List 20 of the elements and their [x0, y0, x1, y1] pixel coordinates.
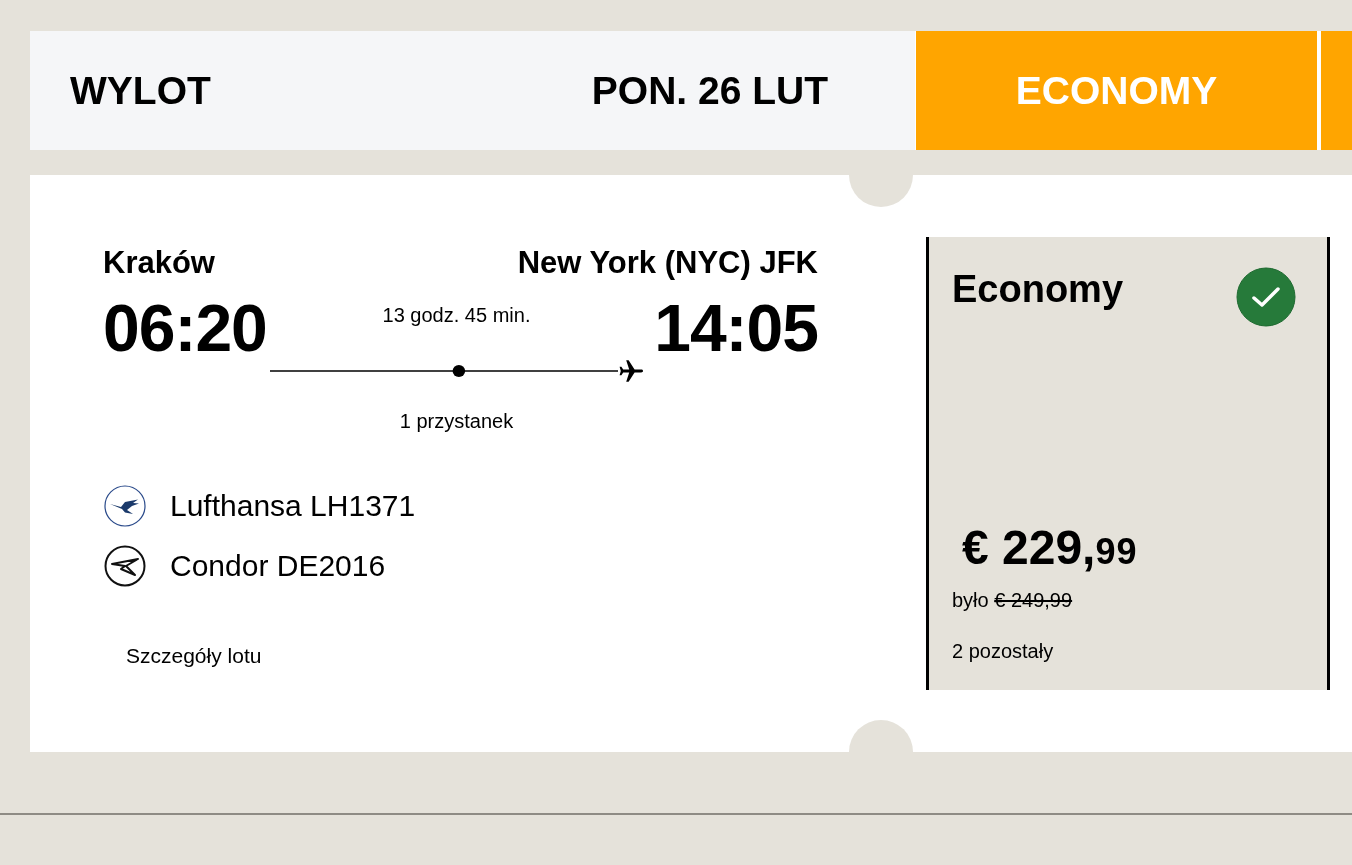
- previous-price: było € 249,99: [952, 588, 1074, 612]
- stops-label: 1 przystanek: [399, 409, 514, 433]
- arrival-time: 14:05: [654, 296, 818, 360]
- destination-city: New York (NYC) JFK: [517, 245, 818, 281]
- plane-icon: [619, 360, 644, 382]
- flight-number: Lufthansa LH1371: [170, 488, 416, 524]
- fare-column-header: ECONOMY: [916, 31, 1317, 150]
- bird-logo-icon: [104, 485, 146, 527]
- seats-left: 2 pozostały: [952, 639, 1055, 663]
- direction-label: WYLOT: [70, 68, 211, 113]
- arrow-logo-icon: [104, 545, 146, 587]
- origin-city: Kraków: [103, 245, 215, 281]
- fare-price: € 229,99: [962, 520, 1139, 576]
- departure-time: 06:20: [103, 296, 267, 360]
- fare-option-card[interactable]: Economy € 229,99 było € 249,99 2 pozostały: [926, 237, 1330, 690]
- fare-name: Economy: [952, 267, 1124, 311]
- date-label: PON. 26 LUT: [591, 68, 828, 113]
- flight-details-link[interactable]: Szczegóły lotu: [126, 643, 262, 669]
- flight-number: Condor DE2016: [170, 548, 386, 584]
- flight-duration: 13 godz. 45 min.: [382, 303, 531, 327]
